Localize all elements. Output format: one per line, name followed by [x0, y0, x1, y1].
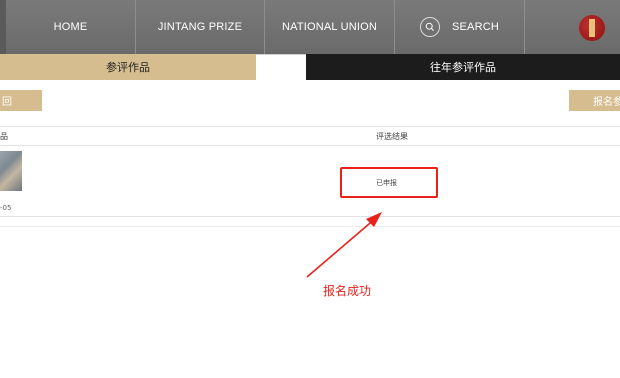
annotation-text: 报名成功 — [323, 284, 372, 298]
annotation-arrow-icon — [306, 212, 382, 278]
